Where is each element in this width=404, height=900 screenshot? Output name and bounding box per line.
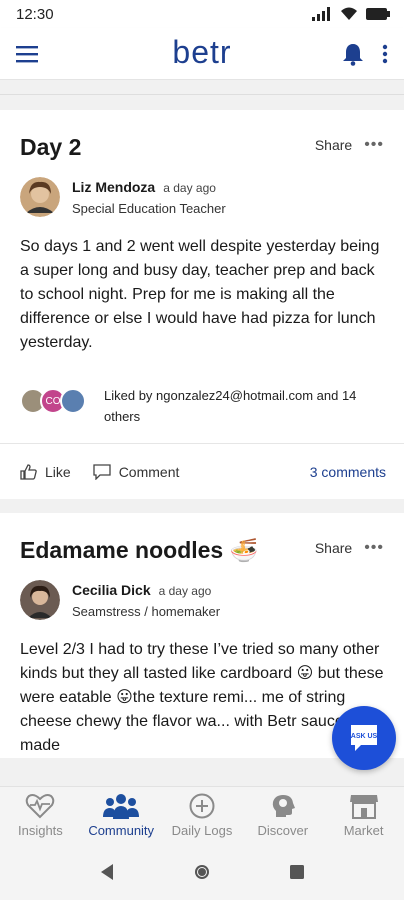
status-icons [312,7,390,21]
home-icon[interactable] [193,863,211,881]
post-actions: Like Comment 3 comments [0,443,404,499]
liker-initials: CO [45,395,61,407]
post-time: a day ago [158,583,212,598]
recents-icon[interactable] [289,864,305,880]
comments-count-link[interactable]: 3 comments [310,464,386,480]
storefront-icon [349,795,378,819]
app-logo: betr [172,34,232,70]
nav-market[interactable]: Market [324,793,404,838]
comment-label: Comment [118,463,180,480]
system-navigation-bar [0,844,404,900]
ask-us-button[interactable]: ASK US [332,706,396,770]
post-title: Edamame noodles 🍜 [20,537,259,563]
nav-label: Discover [257,823,309,838]
status-time: 12:30 [16,5,54,23]
liker-avatar [60,388,86,414]
nav-label: Community [88,823,155,838]
author-role: Special Education Teacher [72,200,226,216]
share-button[interactable]: Share [315,540,352,556]
share-button[interactable]: Share [315,137,352,153]
nav-daily-logs[interactable]: Daily Logs [162,793,242,838]
community-feed[interactable]: Day 2 Share ••• Liz Mendoza a day ago Sp… [0,80,404,786]
heart-pulse-icon [26,794,55,819]
nav-label: Market [343,823,384,838]
author-name[interactable]: Cecilia Dick [72,582,151,598]
comment-button[interactable]: Comment [93,463,180,480]
feed-top-divider [0,80,404,110]
back-icon[interactable] [99,863,115,881]
post-title: Day 2 [20,134,82,160]
battery-icon [366,8,390,20]
people-icon [103,794,140,819]
thumbs-up-icon [20,463,37,480]
ask-us-label: ASK US [351,733,378,740]
liked-by-text: Liked by ngonzalez24@hotmail.com and 14 … [104,388,357,424]
comment-icon [93,463,111,480]
likes-summary[interactable]: CO Liked by ngonzalez24@hotmail.com and … [0,355,404,427]
menu-icon[interactable] [16,45,38,63]
more-vertical-icon[interactable] [382,44,388,64]
head-icon [272,795,295,817]
nav-label: Daily Logs [171,823,233,838]
bell-icon[interactable] [342,42,364,66]
author-role: Seamstress / homemaker [72,603,221,619]
nav-insights[interactable]: Insights [0,793,80,838]
author-name[interactable]: Liz Mendoza [72,179,155,195]
chat-bubble-icon: ASK US [351,725,378,751]
post-time: a day ago [163,180,216,195]
like-button[interactable]: Like [20,464,71,480]
wifi-icon [341,7,357,20]
nav-discover[interactable]: Discover [243,793,323,838]
status-bar: 12:30 [0,0,404,28]
post-body: So days 1 and 2 went well despite yester… [20,238,380,351]
more-horizontal-icon[interactable]: ••• [364,539,384,557]
nav-label: Insights [17,823,63,838]
avatar[interactable] [20,177,60,217]
avatar[interactable] [20,580,60,620]
like-label: Like [45,463,71,480]
post-card: Day 2 Share ••• Liz Mendoza a day ago Sp… [0,110,404,499]
more-horizontal-icon[interactable]: ••• [364,136,384,154]
nav-community[interactable]: Community [81,793,161,838]
app-bar: betr [0,28,404,80]
bottom-navigation: Insights Community Daily Logs Discover M… [0,786,404,844]
plus-circle-icon [189,793,215,819]
signal-icon [312,7,330,21]
